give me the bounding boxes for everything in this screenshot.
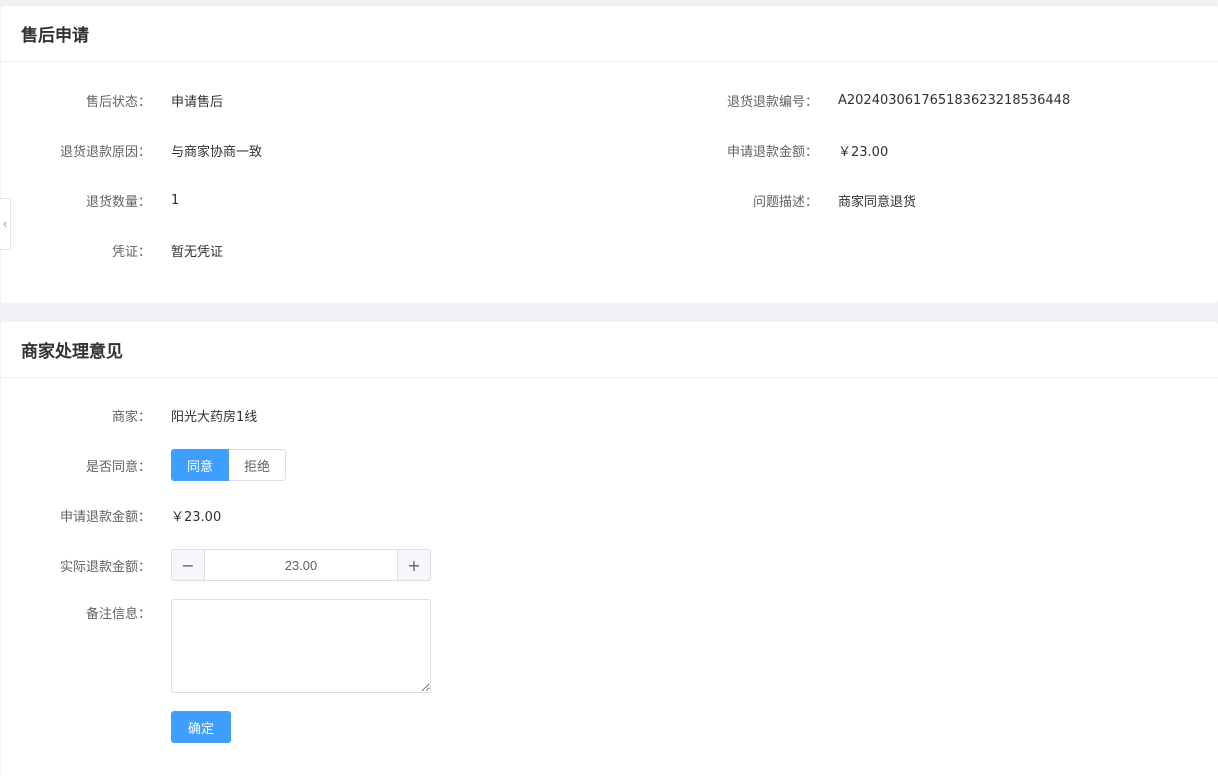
- field-label: 退货数量：: [85, 194, 151, 210]
- field-label: 退货退款原因：: [59, 144, 151, 160]
- field-description: 问题描述： 商家同意退货: [618, 190, 916, 210]
- field-value: 与商家协商一致: [171, 144, 263, 160]
- merchant-opinion-title: 商家处理意见: [21, 342, 123, 362]
- increment-button[interactable]: +: [397, 550, 430, 580]
- merchant-name: 阳光大药房1线: [171, 409, 258, 425]
- field-label: 申请退款金额：: [59, 509, 151, 525]
- field-apply-amount: 申请退款金额： ￥23.00: [618, 140, 888, 160]
- field-value: ￥23.00: [838, 144, 889, 160]
- apply-amount-value: ￥23.00: [171, 509, 222, 525]
- field-remark: 备注信息：: [1, 599, 431, 693]
- field-value: 商家同意退货: [838, 194, 917, 210]
- field-evidence: 凭证： 暂无凭证: [1, 240, 223, 260]
- field-value: 申请售后: [171, 94, 224, 110]
- field-label: 申请退款金额：: [726, 144, 818, 160]
- field-label: 问题描述：: [752, 194, 818, 210]
- field-refund-number: 退货退款编号： A202403061765183623218536448: [618, 90, 1070, 110]
- after-sale-header: 售后申请: [1, 6, 1218, 62]
- field-status: 售后状态： 申请售后: [1, 90, 223, 110]
- field-agree: 是否同意： 同意 拒绝: [1, 449, 287, 481]
- field-value: 暂无凭证: [171, 244, 224, 260]
- field-label: 售后状态：: [85, 94, 151, 110]
- field-quantity: 退货数量： 1: [1, 190, 179, 210]
- actual-amount-stepper: − +: [171, 549, 431, 581]
- plus-icon: +: [407, 555, 421, 575]
- field-label: 凭证：: [111, 244, 151, 260]
- field-label: 是否同意：: [85, 459, 151, 475]
- decrement-button[interactable]: −: [172, 550, 205, 580]
- agree-option-yes[interactable]: 同意: [171, 449, 230, 481]
- agree-radio-group: 同意 拒绝: [171, 449, 287, 481]
- field-actual-refund: 实际退款金额： − +: [1, 549, 431, 581]
- remark-textarea[interactable]: [171, 599, 431, 693]
- field-value: 1: [171, 192, 180, 208]
- chevron-left-icon: ‹: [2, 217, 8, 231]
- after-sale-title: 售后申请: [21, 26, 89, 46]
- agree-option-no[interactable]: 拒绝: [229, 449, 287, 481]
- actual-amount-input[interactable]: [205, 550, 397, 580]
- confirm-button[interactable]: 确定: [171, 711, 231, 743]
- field-apply-refund: 申请退款金额： ￥23.00: [1, 505, 221, 525]
- field-merchant: 商家： 阳光大药房1线: [1, 405, 257, 425]
- sidebar-collapse-tab[interactable]: ‹: [0, 198, 11, 250]
- field-value: A202403061765183623218536448: [838, 92, 1071, 108]
- field-reason: 退货退款原因： 与商家协商一致: [1, 140, 262, 160]
- field-label: 退货退款编号：: [726, 94, 818, 110]
- minus-icon: −: [181, 555, 195, 575]
- field-label: 商家：: [111, 409, 151, 425]
- merchant-opinion-header: 商家处理意见: [1, 322, 1218, 378]
- field-label: 实际退款金额：: [59, 559, 151, 575]
- field-label: 备注信息：: [85, 607, 151, 622]
